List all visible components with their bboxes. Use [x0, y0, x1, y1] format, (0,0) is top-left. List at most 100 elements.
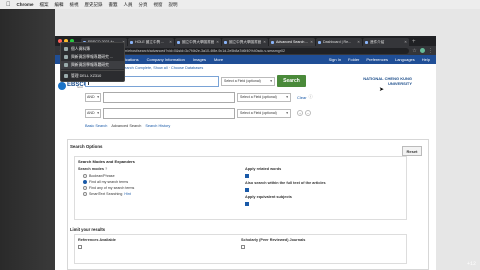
field-select-2[interactable]: Select a Field (optional) ▾ [237, 92, 291, 102]
profile-menu-item[interactable]: 興新資訊學報專題研究 ... [61, 53, 124, 61]
apple-icon[interactable]:  [6, 2, 11, 8]
menu-item[interactable]: 書籤 [109, 2, 118, 8]
star-icon[interactable]: ☆ [412, 48, 417, 54]
radio-icon [83, 174, 87, 178]
menu-item[interactable]: 說明 [169, 2, 178, 8]
profile-avatar-icon[interactable] [420, 48, 425, 53]
tab-favicon-icon [177, 40, 180, 44]
clear-link[interactable]: Clear [297, 95, 307, 100]
apply-equivalent-subjects-label: Apply equivalent subjects [245, 195, 292, 199]
remove-row-button[interactable]: − [305, 110, 311, 116]
tab-close-icon[interactable]: ✕ [357, 40, 360, 44]
tab-favicon-icon [271, 40, 274, 44]
field-select-3[interactable]: Select a Field (optional) ▾ [237, 108, 291, 118]
references-available-checkbox[interactable] [78, 245, 82, 249]
mode-find-any[interactable]: Find any of my search terms [83, 186, 134, 190]
search-input-2[interactable] [103, 91, 235, 103]
apply-equivalent-checkbox[interactable] [245, 202, 249, 206]
mode-boolean-phrase[interactable]: Boolean/Phrase [83, 174, 115, 178]
add-row-button[interactable]: + [297, 110, 303, 116]
menu-item[interactable]: 分頁 [139, 2, 148, 8]
person-icon [64, 55, 68, 59]
profile-menu-item[interactable]: 管理 DELL XZ310 [61, 72, 124, 80]
tab-close-icon[interactable]: ✕ [216, 40, 219, 44]
browser-tab-active[interactable]: Advanced Search ... ✕ [269, 38, 315, 46]
mode-smarttext[interactable]: SmartText Searching Hint [83, 192, 131, 196]
browser-tab[interactable]: 進件介紹 ✕ [363, 38, 409, 46]
tab-close-icon[interactable]: ✕ [263, 40, 266, 44]
field-select-1[interactable]: Select a Field (optional) ▾ [221, 76, 275, 86]
boolean-select-2[interactable]: AND ▾ [85, 92, 101, 102]
person-icon [64, 47, 68, 51]
profile-menu-item[interactable]: 個人資料簿 [61, 45, 124, 53]
search-button[interactable]: Search [277, 75, 306, 87]
chevron-down-icon: ▾ [286, 95, 288, 99]
references-available-label: References Available [78, 238, 116, 242]
help-icon[interactable]: ? [105, 167, 107, 171]
tab-favicon-icon [130, 40, 133, 44]
ebsco-logo-mark-icon [58, 82, 66, 90]
scholarly-journals-label: Scholarly (Peer Reviewed) Journals [241, 238, 306, 242]
search-modes-label: Search modes ? [78, 167, 108, 171]
show-all-link[interactable]: Show all [153, 66, 167, 70]
nav-help[interactable]: Help [422, 57, 430, 62]
address-bar[interactable]: 🔒 web.a.ebscohost.com/ehost/search/advan… [82, 47, 409, 54]
page-content: EBSCO host Searching: Academic Search Co… [55, 64, 436, 270]
nav-folder[interactable]: Folder [348, 57, 359, 62]
hint-link[interactable]: Hint [124, 192, 130, 196]
boolean-select-3[interactable]: AND ▾ [85, 108, 101, 118]
menu-item[interactable]: 檔案 [40, 2, 49, 8]
app-menu-chrome[interactable]: Chrome [17, 2, 34, 7]
radio-icon [83, 186, 87, 190]
tab-close-icon[interactable]: ✕ [310, 40, 313, 44]
mouse-cursor-icon: ➤ [379, 87, 385, 93]
help-icon[interactable]: ⓘ [309, 94, 313, 100]
scholarly-journals-checkbox[interactable] [241, 245, 245, 249]
nav-images[interactable]: Images [193, 57, 206, 62]
menu-item[interactable]: 視窗 [154, 2, 163, 8]
nav-company-information[interactable]: Company Information [147, 57, 185, 62]
nav-more[interactable]: More [214, 57, 223, 62]
browser-tab[interactable]: HOLE 國立中興 ... ✕ [128, 38, 174, 46]
new-tab-icon[interactable]: + [410, 38, 416, 46]
menu-item[interactable]: 歷史記錄 [85, 2, 103, 8]
reset-button[interactable]: Reset [402, 146, 422, 156]
search-options-panel: Search Options Reset Search Modes and Ex… [67, 139, 429, 270]
search-row: AND ▾ Select a Field (optional) ▾ + − [85, 107, 311, 119]
browser-window: EBSCO 2021 fu✕ HOLE 國立中興 ...✕ 國立中興大學圖書館 … [55, 36, 436, 270]
search-input-3[interactable] [103, 107, 235, 119]
profile-menu-item-highlighted[interactable]: 興新資訊學報專題研究 [61, 61, 124, 69]
basic-search-link[interactable]: Basic Search [85, 124, 107, 128]
browser-tab[interactable]: 國立中興大學圖書館 ...✕ [175, 38, 221, 46]
laptop-icon [64, 74, 68, 78]
mode-find-all[interactable]: Find all my search terms [83, 180, 128, 184]
tab-favicon-icon [224, 40, 227, 44]
chevron-down-icon: ▾ [97, 111, 99, 115]
menu-item[interactable]: 檢視 [70, 2, 79, 8]
nav-preferences[interactable]: Preferences [366, 57, 388, 62]
chevron-down-icon: ▾ [270, 79, 272, 83]
search-row: AND ▾ Select a Field (optional) ▾ Clear ⓘ [85, 91, 313, 103]
apply-related-checkbox[interactable] [245, 174, 249, 178]
ebsco-logo[interactable]: EBSCO host [58, 81, 88, 91]
advanced-search-link[interactable]: Advanced Search [111, 124, 141, 128]
nav-languages[interactable]: Languages [395, 57, 415, 62]
tab-close-icon[interactable]: ✕ [404, 40, 407, 44]
also-search-checkbox[interactable] [245, 188, 249, 192]
choose-databases-link[interactable]: Choose Databases [171, 66, 203, 70]
nav-sign-in[interactable]: Sign In [329, 57, 341, 62]
menu-item[interactable]: 編輯 [55, 2, 64, 8]
also-search-fulltext-label: Also search within the full text of the … [245, 181, 326, 185]
browser-tab[interactable]: 國立中興大學圖書館 ...✕ [222, 38, 268, 46]
mac-menu-bar:  Chrome 檔案 編輯 檢視 歷史記錄 書籤 人員 分頁 視窗 說明 [0, 0, 480, 9]
menu-item[interactable]: 人員 [124, 2, 133, 8]
institution-name: NATIONAL CHENG KUNG UNIVERSITY [363, 76, 412, 86]
search-history-link[interactable]: Search History [145, 124, 170, 128]
browser-tab[interactable]: Dashboard | Re... ✕ [316, 38, 362, 46]
radio-selected-icon [83, 180, 87, 184]
limit-results-panel: References Available Scholarly (Peer Rev… [74, 234, 407, 264]
tab-close-icon[interactable]: ✕ [169, 40, 172, 44]
radio-icon [83, 192, 87, 196]
kebab-menu-icon[interactable]: ⋮ [428, 48, 433, 54]
person-icon [64, 63, 68, 67]
